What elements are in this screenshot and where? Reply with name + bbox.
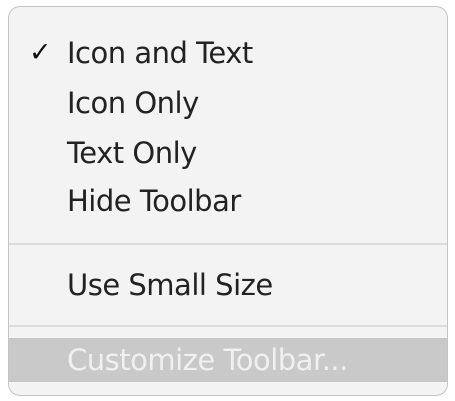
menu-item-text-only[interactable]: Text Only [9,131,447,175]
menu-item-hide-toolbar[interactable]: Hide Toolbar [9,179,447,223]
menu-item-label: Icon and Text [67,36,253,70]
menu-item-label: Text Only [67,136,197,170]
toolbar-context-menu: ✓ Icon and Text Icon Only Text Only Hide… [8,6,448,396]
menu-item-label: Customize Toolbar... [67,343,348,377]
menu-item-customize-toolbar[interactable]: Customize Toolbar... [9,338,447,382]
menu-separator [9,325,447,327]
menu-item-use-small-size[interactable]: Use Small Size [9,263,447,307]
menu-item-icon-and-text[interactable]: ✓ Icon and Text [9,31,447,75]
menu-separator [9,243,447,245]
menu-item-label: Icon Only [67,86,199,120]
checkmark-icon: ✓ [29,37,52,68]
menu-item-label: Use Small Size [67,268,273,302]
menu-item-label: Hide Toolbar [67,184,241,218]
menu-item-icon-only[interactable]: Icon Only [9,81,447,125]
